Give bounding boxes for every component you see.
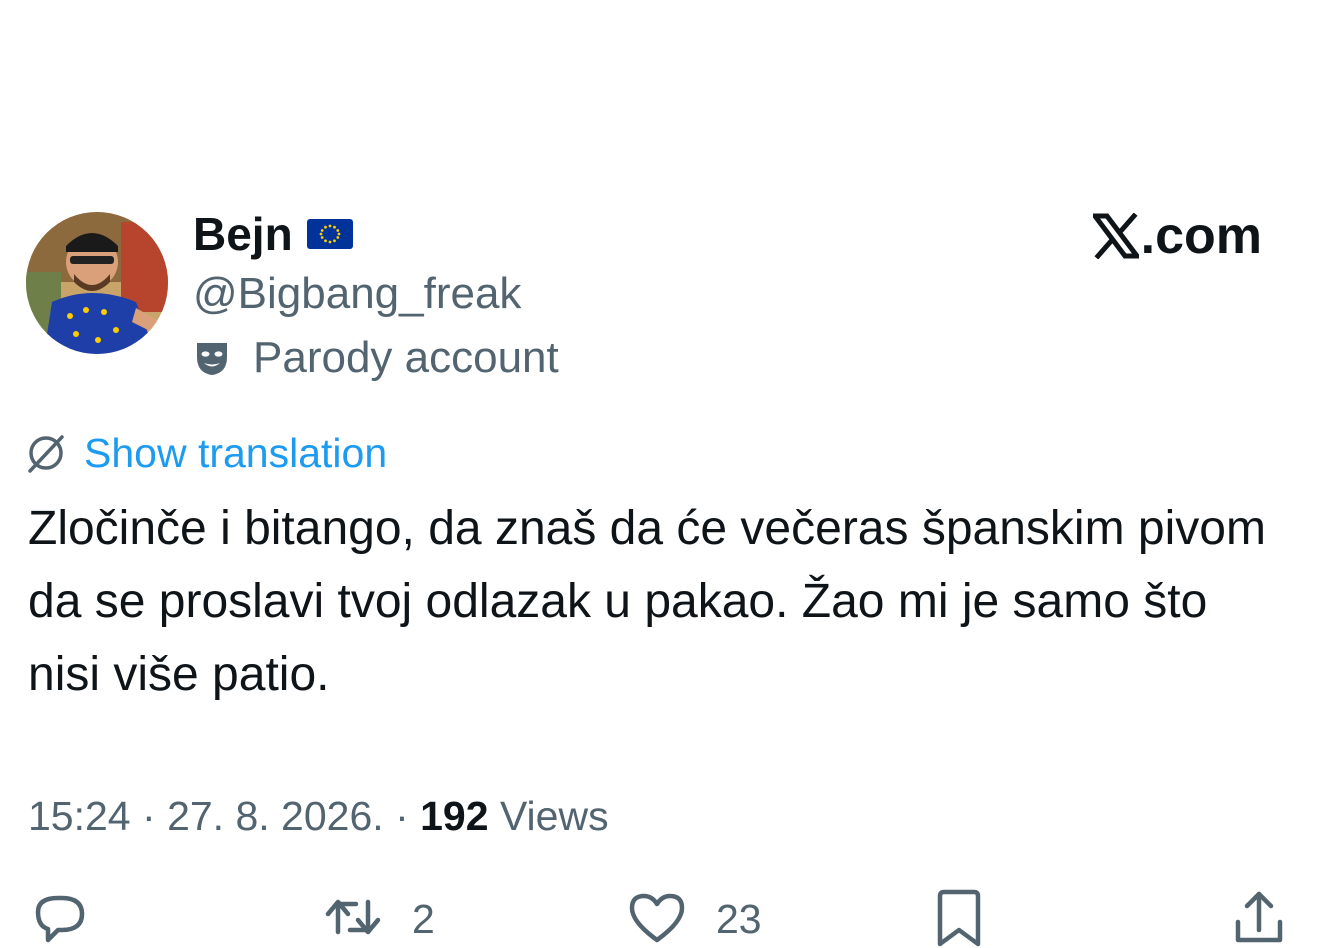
like-button[interactable]: 23 xyxy=(626,886,762,948)
parody-account-label: Parody account xyxy=(193,330,559,386)
like-count: 23 xyxy=(716,896,762,942)
share-button[interactable] xyxy=(1228,886,1290,948)
heart-icon xyxy=(629,893,685,943)
bookmark-button[interactable] xyxy=(928,886,990,948)
author-handle[interactable]: @Bigbang_freak xyxy=(193,266,521,322)
display-name[interactable]: Bejn xyxy=(193,206,293,262)
tweet-date[interactable]: 27. 8. 2026. xyxy=(167,793,384,839)
views-count[interactable]: 192 xyxy=(420,793,488,839)
reply-button[interactable] xyxy=(28,886,90,948)
tweet-time[interactable]: 15:24 xyxy=(28,793,131,839)
show-translation-link[interactable]: Show translation xyxy=(26,426,387,480)
retweet-icon xyxy=(325,899,381,935)
views-label[interactable]: Views xyxy=(500,793,609,839)
x-logo-icon xyxy=(1092,213,1139,259)
site-label: .com xyxy=(1140,207,1262,265)
eu-flag-icon xyxy=(306,219,353,249)
tweet-text: Zločinče i bitango, da znaš da će večera… xyxy=(28,502,1266,701)
x-com-logo: .com xyxy=(1092,206,1262,266)
meta-separator: · xyxy=(395,793,409,839)
avatar[interactable] xyxy=(26,212,168,354)
reply-icon xyxy=(35,895,85,943)
avatar-image xyxy=(26,212,168,354)
meta-separator: · xyxy=(142,793,156,839)
parody-mask-icon xyxy=(197,343,227,375)
share-icon xyxy=(1235,891,1283,943)
retweet-button[interactable]: 2 xyxy=(322,886,435,948)
tweet-actions: 2 23 xyxy=(0,880,1320,947)
show-translation-label[interactable]: Show translation xyxy=(84,426,387,480)
retweet-count: 2 xyxy=(412,896,435,942)
author-name-row[interactable]: Bejn xyxy=(193,206,353,262)
bookmark-icon xyxy=(937,889,981,947)
tweet-meta: 15:24 · 27. 8. 2026. · 192 Views xyxy=(28,788,609,844)
globe-icon xyxy=(28,435,64,473)
parody-label-text: Parody account xyxy=(253,333,559,382)
